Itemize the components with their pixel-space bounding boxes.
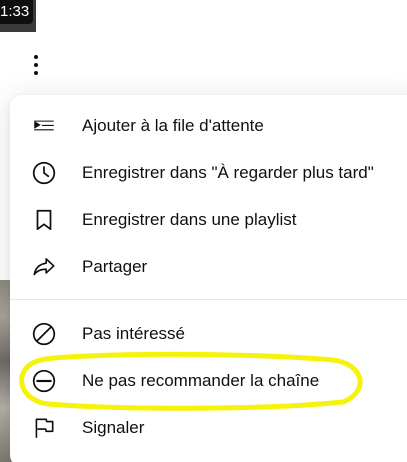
duration-badge: 1:33 (0, 0, 34, 24)
not-interested-icon (31, 321, 57, 347)
more-vert-icon-dot (34, 55, 38, 59)
clock-icon (31, 160, 57, 186)
context-menu: Ajouter à la file d'attente Enregistrer … (10, 95, 407, 462)
menu-item-label: Enregistrer dans une playlist (82, 209, 297, 229)
stage: 1:33 Ajouter à la file d'attente Enregis… (0, 0, 407, 462)
menu-item-label: Ne pas recommander la chaîne (82, 370, 320, 390)
menu-item-label: Enregistrer dans "À regarder plus tard" (82, 162, 374, 182)
add-to-queue-icon (31, 113, 57, 139)
menu-item-watch-later[interactable]: Enregistrer dans "À regarder plus tard" (10, 149, 407, 196)
menu-item-add-to-queue[interactable]: Ajouter à la file d'attente (10, 102, 407, 149)
menu-item-label: Pas intéressé (82, 323, 185, 343)
more-vert-icon-dot (34, 71, 38, 75)
bookmark-icon (31, 207, 57, 233)
menu-item-label: Ajouter à la file d'attente (82, 115, 264, 135)
flag-icon (31, 415, 57, 441)
menu-item-label: Signaler (82, 417, 145, 437)
menu-item-report[interactable]: Signaler (10, 404, 407, 451)
menu-item-not-interested[interactable]: Pas intéressé (10, 310, 407, 357)
share-icon (31, 254, 57, 280)
menu-item-save-playlist[interactable]: Enregistrer dans une playlist (10, 196, 407, 243)
more-vert-icon-dot (34, 63, 38, 67)
menu-item-share[interactable]: Partager (10, 243, 407, 290)
remove-circle-icon (31, 368, 57, 394)
menu-item-dont-recommend-channel[interactable]: Ne pas recommander la chaîne (10, 357, 407, 404)
more-actions-button[interactable] (22, 50, 50, 80)
menu-item-label: Partager (82, 256, 148, 276)
menu-divider (10, 299, 407, 300)
